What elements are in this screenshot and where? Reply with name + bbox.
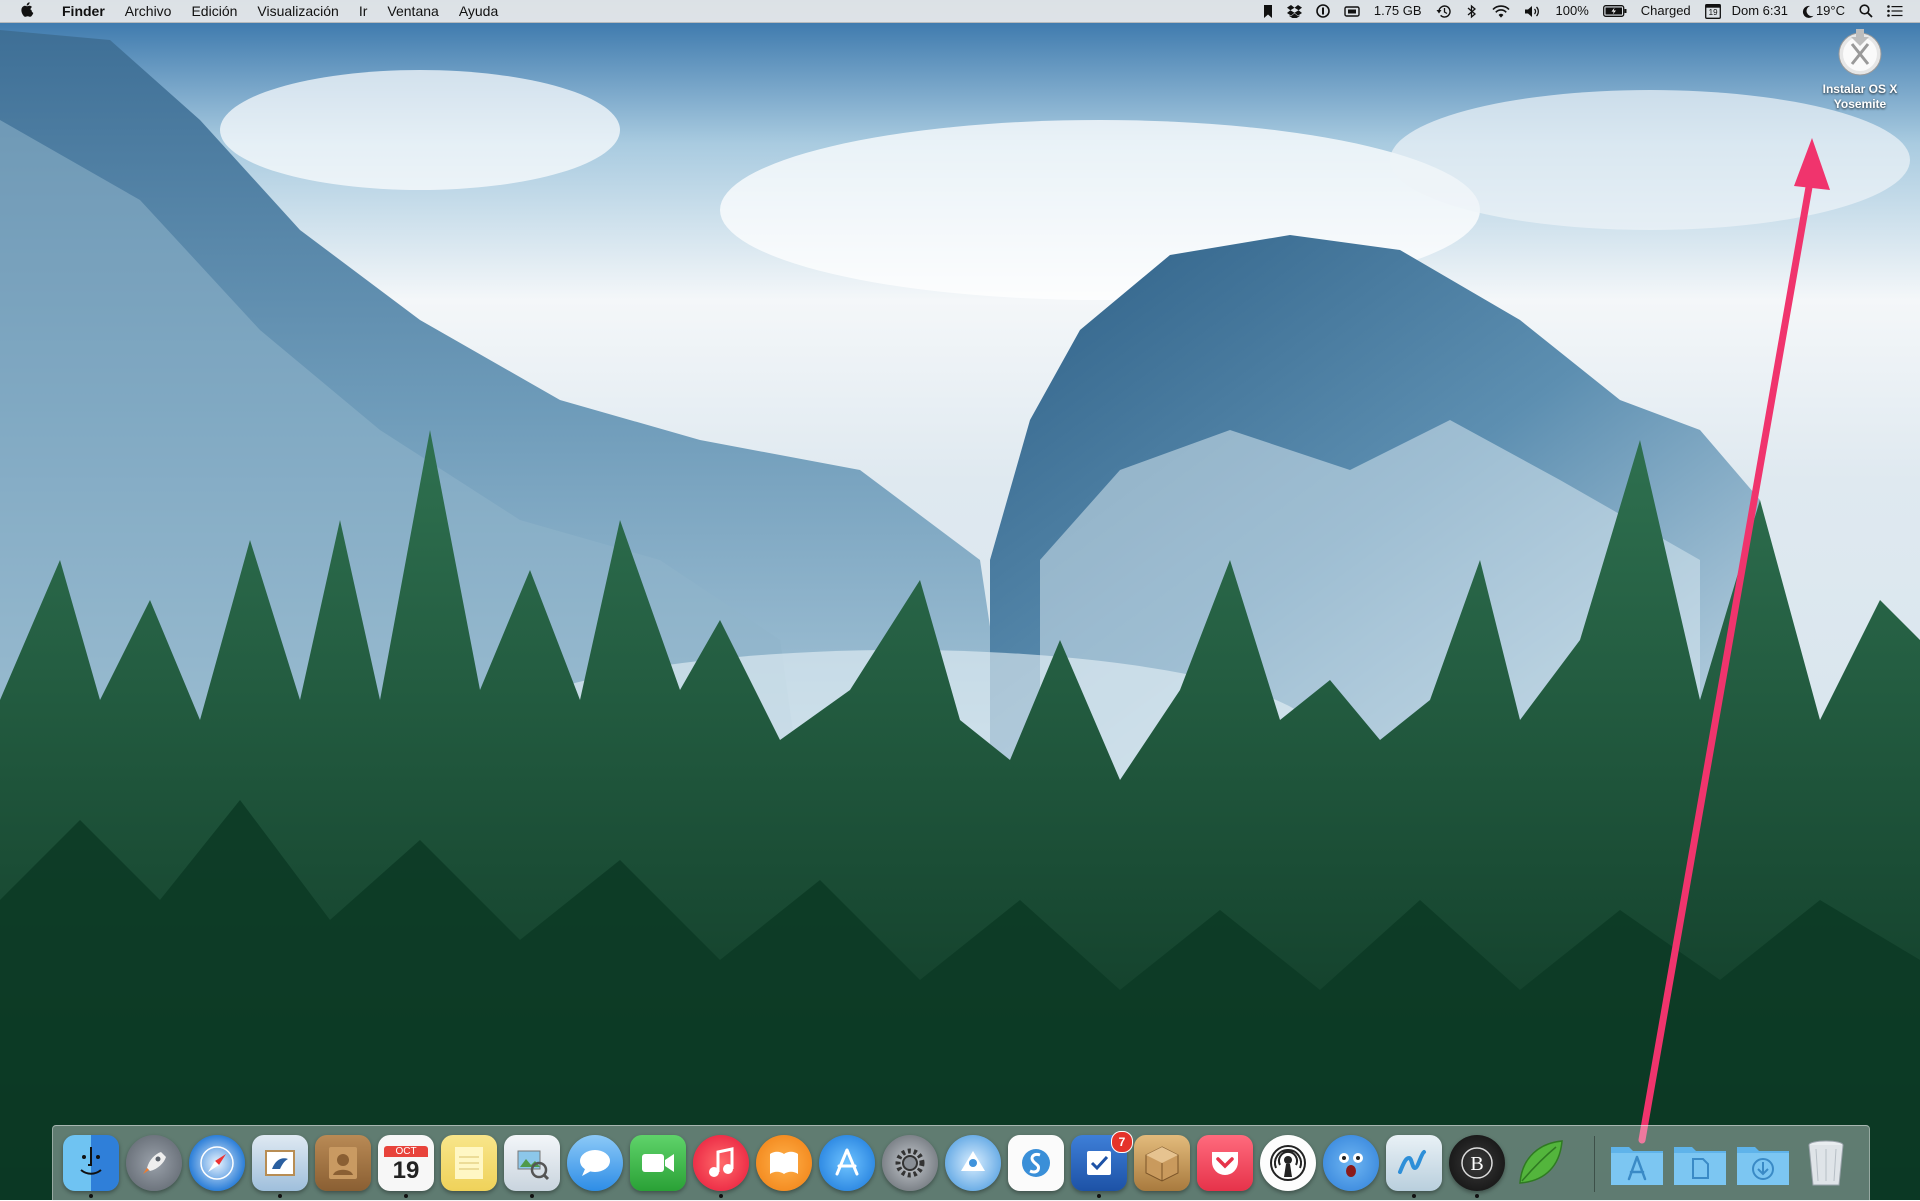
dock-separator [1594, 1136, 1595, 1192]
apple-menu-icon[interactable] [16, 1, 38, 21]
tweetbot-icon[interactable] [1323, 1135, 1379, 1191]
weather-temperature: 19°C [1815, 3, 1845, 18]
pocket-icon[interactable] [1197, 1135, 1253, 1191]
battery-status-text[interactable]: Charged [1634, 0, 1698, 22]
calendar-status-day: 19 [1708, 8, 1718, 17]
reminders-running-dot [1097, 1194, 1101, 1198]
reminders-badge: 7 [1111, 1131, 1133, 1153]
notification-center-icon[interactable] [1880, 0, 1910, 22]
desktop: Instalar OS X Yosemite [0, 0, 1920, 1200]
mail-running-dot [278, 1194, 282, 1198]
calendar-status-icon[interactable]: 19 [1698, 0, 1725, 22]
documents-folder-icon[interactable] [1672, 1135, 1728, 1191]
installer-package-icon[interactable] [1134, 1135, 1190, 1191]
spotlight-icon[interactable] [1852, 0, 1880, 22]
bluetooth-status-icon[interactable] [1459, 0, 1485, 22]
itunes-icon[interactable] [693, 1135, 749, 1191]
calendar-month: OCT [384, 1145, 428, 1157]
install-disk-icon [1836, 28, 1884, 76]
install-yosemite-label: Instalar OS X Yosemite [1822, 82, 1898, 111]
calendar-running-dot [404, 1194, 408, 1198]
moon-icon [1802, 5, 1814, 18]
menu-ventana[interactable]: Ventana [377, 0, 448, 22]
time-machine-status-icon[interactable] [1429, 0, 1459, 22]
preview-icon[interactable] [504, 1135, 560, 1191]
calendar-icon[interactable]: OCT 19 [378, 1135, 434, 1191]
memory-status-icon[interactable] [1337, 0, 1367, 22]
battery-percent-text[interactable]: 100% [1549, 0, 1596, 22]
facetime-icon[interactable] [630, 1135, 686, 1191]
menu-visualizacion[interactable]: Visualización [247, 0, 348, 22]
finder-icon[interactable] [63, 1135, 119, 1191]
onepassword-status-icon[interactable] [1309, 0, 1337, 22]
bookmark-status-icon[interactable] [1256, 0, 1280, 22]
svg-text:B: B [1470, 1153, 1483, 1175]
downloads-folder-icon[interactable] [1735, 1135, 1791, 1191]
mail-icon[interactable] [252, 1135, 308, 1191]
dropbox-status-icon[interactable] [1280, 0, 1309, 22]
b-app-running-dot [1475, 1194, 1479, 1198]
finder-running-dot [89, 1194, 93, 1198]
preview-running-dot [530, 1194, 534, 1198]
applications-folder-icon[interactable] [1609, 1135, 1665, 1191]
menu-finder[interactable]: Finder [52, 0, 115, 22]
simplenote-icon[interactable] [1008, 1135, 1064, 1191]
safari-icon[interactable] [189, 1135, 245, 1191]
menu-edicion[interactable]: Edición [181, 0, 247, 22]
battery-icon[interactable] [1596, 0, 1634, 22]
podcast-icon[interactable] [1260, 1135, 1316, 1191]
notes-icon[interactable] [441, 1135, 497, 1191]
clock-text[interactable]: Dom 6:31 [1725, 0, 1795, 22]
itunes-running-dot [719, 1194, 723, 1198]
twitterrific-icon[interactable] [945, 1135, 1001, 1191]
system-preferences-icon[interactable] [882, 1135, 938, 1191]
app-store-icon[interactable] [819, 1135, 875, 1191]
b-app-icon[interactable]: B [1449, 1135, 1505, 1191]
ibooks-icon[interactable] [756, 1135, 812, 1191]
reminders-icon[interactable]: 7 [1071, 1131, 1133, 1191]
mindnode-icon[interactable] [1386, 1135, 1442, 1191]
wifi-status-icon[interactable] [1485, 0, 1517, 22]
menu-archivo[interactable]: Archivo [115, 0, 182, 22]
install-yosemite-desktop-icon[interactable]: Instalar OS X Yosemite [1808, 28, 1912, 112]
weather-status[interactable]: 19°C [1795, 0, 1852, 22]
wallpaper [0, 0, 1920, 1200]
menu-bar: Finder Archivo Edición Visualización Ir … [0, 0, 1920, 23]
volume-status-icon[interactable] [1517, 0, 1549, 22]
trash-icon[interactable] [1798, 1135, 1854, 1191]
calendar-day: 19 [392, 1156, 420, 1184]
messages-icon[interactable] [567, 1135, 623, 1191]
launchpad-icon[interactable] [126, 1135, 182, 1191]
mindnode-running-dot [1412, 1194, 1416, 1198]
dock: OCT 19 7 B [52, 1125, 1870, 1201]
menu-ir[interactable]: Ir [349, 0, 378, 22]
menu-ayuda[interactable]: Ayuda [449, 0, 508, 22]
memory-usage-text[interactable]: 1.75 GB [1367, 0, 1429, 22]
leaf-icon[interactable] [1512, 1135, 1568, 1191]
contacts-icon[interactable] [315, 1135, 371, 1191]
